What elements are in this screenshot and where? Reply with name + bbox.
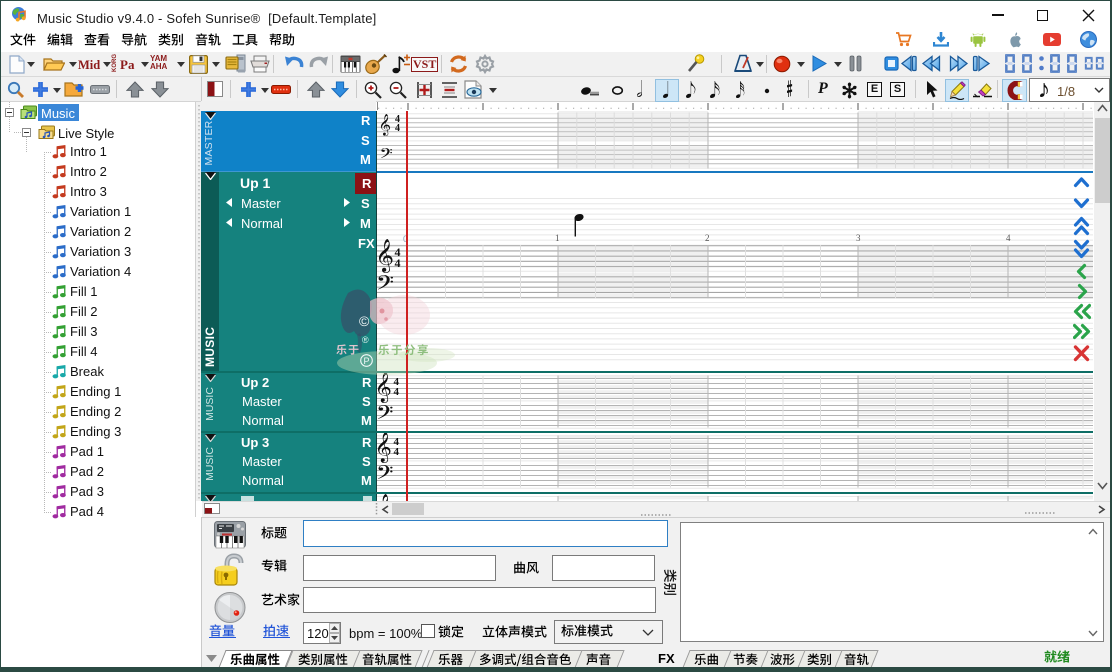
svg-text:P: P (363, 356, 369, 366)
